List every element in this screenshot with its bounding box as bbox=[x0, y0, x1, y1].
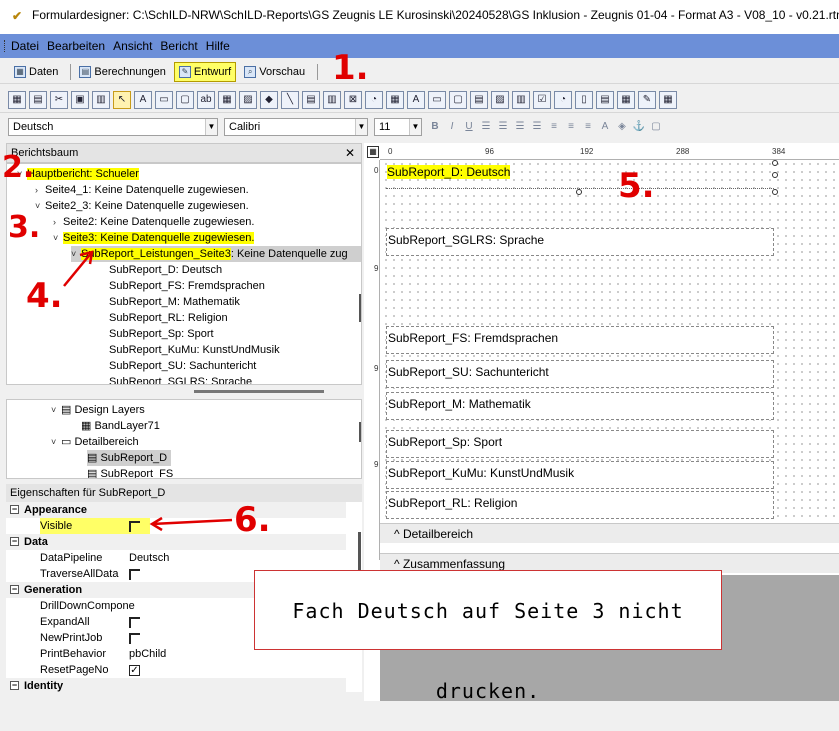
annotation-arrow bbox=[151, 518, 233, 526]
annotation-arrows bbox=[63, 250, 233, 532]
annotation-arrow bbox=[63, 251, 93, 287]
